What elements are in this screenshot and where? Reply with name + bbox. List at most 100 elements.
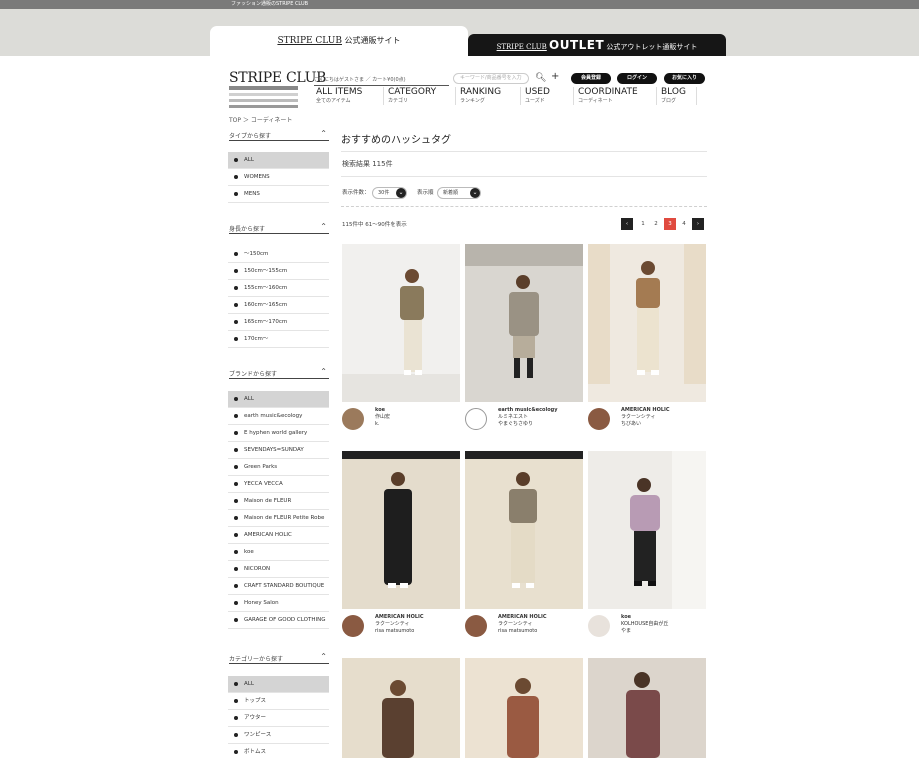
filter-height-option[interactable]: 165cm～170cm xyxy=(228,314,329,331)
coordinate-photo[interactable] xyxy=(465,451,583,609)
filter-brand-list: ALL earth music&ecology E hyphen world g… xyxy=(228,391,329,629)
filter-option-label: ALL xyxy=(244,681,254,687)
filter-brand-option[interactable]: E hyphen world gallery xyxy=(228,425,329,442)
filter-brand-option[interactable]: AMERICAN HOLIC xyxy=(228,527,329,544)
avatar[interactable] xyxy=(342,615,364,637)
card-brand[interactable]: AMERICAN HOLIC xyxy=(375,614,424,621)
caret-up-icon[interactable]: ⌃ xyxy=(320,367,327,376)
nav-category[interactable]: CATEGORY カテゴリ xyxy=(383,87,436,105)
greeting-cart-link[interactable]: こんにちはゲストさま ／ カート¥0(0点) xyxy=(314,76,449,86)
top-strip: ファッション通販のSTRIPE CLUB xyxy=(0,0,919,9)
tab-outlet-big: OUTLET xyxy=(549,38,605,52)
plus-icon[interactable]: + xyxy=(551,72,559,82)
avatar[interactable] xyxy=(342,408,364,430)
filter-brand-option[interactable]: SEVENDAYS=SUNDAY xyxy=(228,442,329,459)
filter-type-title[interactable]: タイプから探す ⌃ xyxy=(229,129,329,141)
filter-brand-option[interactable]: GARAGE OF GOOD CLOTHING xyxy=(228,612,329,629)
avatar[interactable] xyxy=(588,615,610,637)
card-brand[interactable]: AMERICAN HOLIC xyxy=(498,614,547,621)
filter-brand-option[interactable]: NICORON xyxy=(228,561,329,578)
card-brand[interactable]: koe xyxy=(375,407,390,414)
nav-coordinate[interactable]: COORDINATE コーディネート xyxy=(573,87,638,105)
bullet-icon xyxy=(234,413,238,418)
coordinate-photo[interactable] xyxy=(342,244,460,402)
avatar[interactable] xyxy=(465,615,487,637)
filter-category-option[interactable]: アウター xyxy=(228,710,329,727)
favorites-button[interactable]: お気に入り xyxy=(664,73,705,84)
avatar[interactable] xyxy=(465,408,487,430)
card-staff: ちびあい xyxy=(621,421,642,427)
filter-type-womens[interactable]: WOMENS xyxy=(228,169,329,186)
pagination-page[interactable]: 2 xyxy=(650,218,662,230)
filter-height-option[interactable]: 150cm～155cm xyxy=(228,263,329,280)
coordinate-photo[interactable] xyxy=(465,658,583,758)
bullet-icon xyxy=(234,600,238,605)
filter-category-title[interactable]: カテゴリーから探す ⌃ xyxy=(229,652,329,664)
nav-label-jp: ブログ xyxy=(661,98,677,104)
avatar[interactable] xyxy=(588,408,610,430)
tab-outlet-site[interactable]: STRIPE CLUB OUTLET 公式アウトレット通販サイト xyxy=(468,34,726,56)
filter-type-all[interactable]: ALL xyxy=(228,152,329,169)
card-brand[interactable]: koe xyxy=(621,614,668,621)
filter-brand-option[interactable]: Maison de FLEUR xyxy=(228,493,329,510)
filter-brand-option[interactable]: CRAFT STANDARD BOUTIQUE xyxy=(228,578,329,595)
pagination-prev[interactable]: ‹ xyxy=(621,218,633,230)
card-brand[interactable]: earth music&ecology xyxy=(498,407,557,414)
filter-brand-option[interactable]: ALL xyxy=(228,391,329,408)
pagination-page[interactable]: 4 xyxy=(678,218,690,230)
photo-image xyxy=(342,244,460,402)
search-input[interactable]: キーワード/商品番号を入力 xyxy=(453,73,529,84)
tab-official-site[interactable]: STRIPE CLUB 公式通販サイト xyxy=(210,26,468,56)
pagination-current-page[interactable]: 3 xyxy=(664,218,676,230)
filter-brand-option[interactable]: Maison de FLEUR Petite Robe xyxy=(228,510,329,527)
filter-brand-option[interactable]: earth music&ecology xyxy=(228,408,329,425)
photo-image xyxy=(465,244,583,402)
filter-brand-option[interactable]: Green Parks xyxy=(228,459,329,476)
login-button[interactable]: ログイン xyxy=(617,73,657,84)
filter-category-option[interactable]: トップス xyxy=(228,693,329,710)
caret-up-icon[interactable]: ⌃ xyxy=(320,129,327,138)
nav-used[interactable]: USED ユーズド xyxy=(520,87,550,105)
nav-all-items[interactable]: ALL ITEMS 全てのアイテム xyxy=(312,87,362,105)
nav-blog[interactable]: BLOG ブログ xyxy=(656,87,697,105)
nav-ranking[interactable]: RANKING ランキング xyxy=(455,87,501,105)
site-logo[interactable]: STRIPE CLUB xyxy=(229,70,326,86)
coordinate-photo[interactable] xyxy=(342,658,460,758)
pagination-next[interactable]: › xyxy=(692,218,704,230)
card-staff: やま xyxy=(621,628,632,634)
coordinate-photo[interactable] xyxy=(588,451,706,609)
coordinate-photo[interactable] xyxy=(465,244,583,402)
coordinate-photo[interactable] xyxy=(342,451,460,609)
coordinate-photo[interactable] xyxy=(588,244,706,402)
caret-up-icon[interactable]: ⌃ xyxy=(320,652,327,661)
filter-height-option[interactable]: 155cm～160cm xyxy=(228,280,329,297)
card-brand[interactable]: AMERICAN HOLIC xyxy=(621,407,670,414)
card-meta: AMERICAN HOLIC ラクーンシティ ちびあい xyxy=(621,407,670,428)
filter-height-title[interactable]: 身長から探す ⌃ xyxy=(229,222,329,234)
filter-height-option[interactable]: 170cm～ xyxy=(228,331,329,348)
bullet-icon xyxy=(234,698,238,703)
search-icon[interactable]: 🔍︎ xyxy=(535,73,546,83)
filter-brand-option[interactable]: koe xyxy=(228,544,329,561)
filter-category-option[interactable]: ワンピース xyxy=(228,727,329,744)
filter-category-option[interactable]: ALL xyxy=(228,676,329,693)
caret-up-icon[interactable]: ⌃ xyxy=(320,222,327,231)
register-button[interactable]: 会員登録 xyxy=(571,73,611,84)
display-count-select[interactable]: 30件 ⌄ xyxy=(372,187,407,199)
nav-label-en: CATEGORY xyxy=(388,87,437,97)
dashed-divider xyxy=(341,206,707,207)
pagination-page[interactable]: 1 xyxy=(637,218,649,230)
divider xyxy=(341,151,707,152)
filter-brand-option[interactable]: Honey Salon xyxy=(228,595,329,612)
display-order-select[interactable]: 新着順 ⌄ xyxy=(437,187,481,199)
bullet-icon xyxy=(234,566,238,571)
filter-height-option[interactable]: 160cm～165cm xyxy=(228,297,329,314)
nav-label-jp: ユーズド xyxy=(525,98,545,104)
filter-height-option[interactable]: ～150cm xyxy=(228,246,329,263)
filter-brand-option[interactable]: YECCA VECCA xyxy=(228,476,329,493)
filter-type-mens[interactable]: MENS xyxy=(228,186,329,203)
filter-brand-title[interactable]: ブランドから探す ⌃ xyxy=(229,367,329,379)
breadcrumb[interactable]: TOP ＞ コーディネート xyxy=(229,115,292,124)
filter-category-option[interactable]: ボトムス xyxy=(228,744,329,758)
coordinate-photo[interactable] xyxy=(588,658,706,758)
